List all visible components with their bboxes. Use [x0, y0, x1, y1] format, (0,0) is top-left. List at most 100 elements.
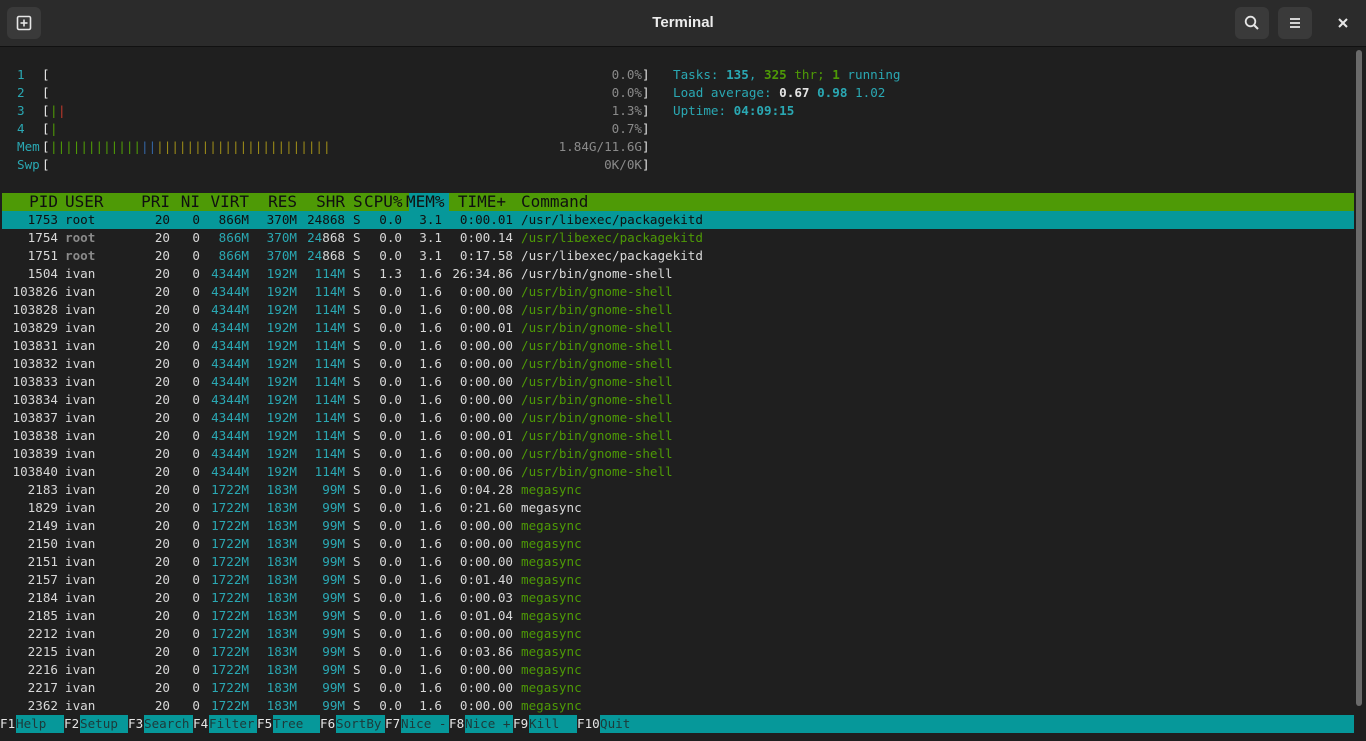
cell-time: 0:00.00 [459, 338, 513, 353]
table-row[interactable]: 2216 ivan 20 0 1722M 183M 99M S 0.0 1.6 0:00.00 meg… [0, 661, 1354, 679]
cell-ni: 0 [192, 446, 200, 461]
column-cpu[interactable]: CPU% [364, 193, 403, 211]
meter-bracket: ] [642, 139, 650, 154]
fkey-label-f9[interactable]: Kill [529, 715, 577, 733]
menu-button[interactable] [1278, 7, 1312, 39]
cell-mem: 1.6 [419, 662, 442, 677]
fkey-label-f1[interactable]: Help [16, 715, 64, 733]
column-mem[interactable]: MEM% [406, 193, 445, 211]
table-row[interactable]: 1751 root 20 0 866M 370M 24868 S 0.0 3.1 0:17.58/u… [0, 247, 1354, 265]
tasks-summary: Tasks: 135, 325 thr; 1 running [673, 67, 901, 82]
table-row[interactable]: 2157 ivan 20 0 1722M 183M 99M S 0.0 1.6 0:01.40 meg… [0, 571, 1354, 589]
cell-user: ivan [65, 554, 96, 569]
table-row[interactable]: 103831 ivan 20 0 4344M 192M 114M S 0.0 1.6 0:00.00… [0, 337, 1354, 355]
column-pri[interactable]: PRI [132, 193, 170, 211]
table-row[interactable]: 2217 ivan 20 0 1722M 183M 99M S 0.0 1.6 0:00.00 meg… [0, 679, 1354, 697]
fkey-f4[interactable]: F4 [193, 715, 208, 733]
fkey-f8[interactable]: F8 [449, 715, 464, 733]
fkey-f3[interactable]: F3 [128, 715, 143, 733]
table-row[interactable]: 103837 ivan 20 0 4344M 192M 114M S 0.0 1.6 0:00.00… [0, 409, 1354, 427]
close-button[interactable] [1326, 7, 1360, 39]
cell-pri: 20 [154, 680, 170, 695]
fkey-label-f3[interactable]: Search [144, 715, 193, 733]
table-row[interactable]: 2215 ivan 20 0 1722M 183M 99M S 0.0 1.6 0:03.86 meg… [0, 643, 1354, 661]
fkey-label-f8[interactable]: Nice + [465, 715, 513, 733]
fkey-label-f5[interactable]: Tree [273, 715, 320, 733]
swap-meter: Swp [ 0K/0K ] [0, 156, 650, 174]
table-row[interactable]: 2185 ivan 20 0 1722M 183M 99M S 0.0 1.6 0:01.04 meg… [0, 607, 1354, 625]
column-ni[interactable]: NI [172, 193, 200, 211]
fkey-label-f6[interactable]: SortBy [336, 715, 385, 733]
cell-s: S [353, 320, 361, 335]
cell-user: ivan [65, 536, 96, 551]
cell-shr: 99M [322, 518, 345, 533]
cell-ni: 0 [192, 608, 200, 623]
table-row[interactable]: 103840 ivan 20 0 4344M 192M 114M S 0.0 1.6 0:00.06… [0, 463, 1354, 481]
table-row[interactable]: 2362 ivan 20 0 1722M 183M 99M S 0.0 1.6 0:00.00 meg… [0, 697, 1354, 715]
search-button[interactable] [1235, 7, 1269, 39]
column-time[interactable]: TIME+ [448, 193, 506, 211]
meter-bracket: ] [642, 121, 650, 136]
cell-res: 183M [266, 500, 297, 515]
cell-virt: 4344M [211, 302, 249, 317]
cell-time: 0:00.14 [459, 230, 513, 245]
cpu-meter-4: 4 [ | 0.7% ] [0, 120, 650, 138]
column-pid[interactable]: PID [2, 193, 58, 211]
table-row[interactable]: 103838 ivan 20 0 4344M 192M 114M S 0.0 1.6 0:00.01… [0, 427, 1354, 445]
cpu-bar-user: | [50, 103, 58, 118]
table-row[interactable]: 103834 ivan 20 0 4344M 192M 114M S 0.0 1.6 0:00.00… [0, 391, 1354, 409]
table-row[interactable]: 1504 ivan 20 0 4344M 192M 114M S 1.3 1.6 26:34.86 /… [0, 265, 1354, 283]
cell-cmd: /usr/bin/gnome-shell [521, 464, 673, 479]
table-row[interactable]: 103829 ivan 20 0 4344M 192M 114M S 0.0 1.6 0:00.01… [0, 319, 1354, 337]
fkey-f10[interactable]: F10 [577, 715, 600, 733]
fkey-f9[interactable]: F9 [513, 715, 528, 733]
scrollbar[interactable] [1356, 50, 1362, 706]
cell-mem: 1.6 [419, 302, 442, 317]
cell-ni: 0 [192, 572, 200, 587]
table-row[interactable]: 2212 ivan 20 0 1722M 183M 99M S 0.0 1.6 0:00.00 meg… [0, 625, 1354, 643]
fkey-label-f2[interactable]: Setup [80, 715, 128, 733]
cell-user: ivan [65, 572, 96, 587]
column-state[interactable]: S [353, 193, 363, 211]
cell-pri: 20 [154, 410, 170, 425]
table-row[interactable]: 2150 ivan 20 0 1722M 183M 99M S 0.0 1.6 0:00.00 meg… [0, 535, 1354, 553]
table-row[interactable]: 103839 ivan 20 0 4344M 192M 114M S 0.0 1.6 0:00.00… [0, 445, 1354, 463]
column-res[interactable]: RES [252, 193, 297, 211]
fkey-label-f7[interactable]: Nice - [401, 715, 449, 733]
cell-pid: 2362 [27, 698, 58, 713]
fkey-f5[interactable]: F5 [257, 715, 272, 733]
table-row[interactable]: 103833 ivan 20 0 4344M 192M 114M S 0.0 1.6 0:00.00… [0, 373, 1354, 391]
fkey-f7[interactable]: F7 [385, 715, 400, 733]
table-row[interactable]: 2183 ivan 20 0 1722M 183M 99M S 0.0 1.6 0:04.28 meg… [0, 481, 1354, 499]
terminal-area[interactable]: 1 [ 0.0% ] 2 [ 0.0% ] 3 [ | | 1.3% ] 4 [… [0, 47, 1354, 741]
cell-time: 0:00.00 [459, 626, 513, 641]
table-row[interactable]: 103832 ivan 20 0 4344M 192M 114M S 0.0 1.6 0:00.00… [0, 355, 1354, 373]
hamburger-menu-icon [1290, 18, 1300, 28]
table-row[interactable]: 103828 ivan 20 0 4344M 192M 114M S 0.0 1.6 0:00.08… [0, 301, 1354, 319]
column-command[interactable]: Command [521, 193, 588, 211]
cell-res: 183M [266, 590, 297, 605]
cell-shr: 99M [322, 590, 345, 605]
memory-usage-bar: ||||||||||||||||||||||||||||||||||||| [50, 139, 331, 154]
cell-cpu: 0.0 [379, 392, 402, 407]
table-row-selected[interactable]: 1753 root 20 0 866M 370M 24868 S 0.0 3.1 0:00.01/u… [0, 211, 1354, 229]
column-shr[interactable]: SHR [300, 193, 345, 211]
column-virt[interactable]: VIRT [202, 193, 249, 211]
table-row[interactable]: 2151 ivan 20 0 1722M 183M 99M S 0.0 1.6 0:00.00 meg… [0, 553, 1354, 571]
fkey-f2[interactable]: F2 [64, 715, 79, 733]
cell-s: S [353, 554, 361, 569]
cell-virt: 866M [218, 212, 249, 227]
fkey-f1[interactable]: F1 [0, 715, 15, 733]
column-user[interactable]: USER [65, 193, 104, 211]
mem-value: 1.84G/11.6G [558, 139, 642, 154]
fkey-f6[interactable]: F6 [320, 715, 335, 733]
table-row[interactable]: 1829 ivan 20 0 1722M 183M 99M S 0.0 1.6 0:21.60 meg… [0, 499, 1354, 517]
fkey-label-f4[interactable]: Filter [209, 715, 257, 733]
table-row[interactable]: 103826 ivan 20 0 4344M 192M 114M S 0.0 1.6 0:00.00… [0, 283, 1354, 301]
cell-pri: 20 [154, 464, 170, 479]
table-row[interactable]: 2149 ivan 20 0 1722M 183M 99M S 0.0 1.6 0:00.00 meg… [0, 517, 1354, 535]
table-row[interactable]: 1754 root 20 0 866M 370M 24868 S 0.0 3.1 0:00.14/u… [0, 229, 1354, 247]
fkey-label-f10[interactable]: Quit [600, 715, 1354, 733]
table-row[interactable]: 2184 ivan 20 0 1722M 183M 99M S 0.0 1.6 0:00.03 meg… [0, 589, 1354, 607]
cell-pid: 103839 [12, 446, 59, 461]
